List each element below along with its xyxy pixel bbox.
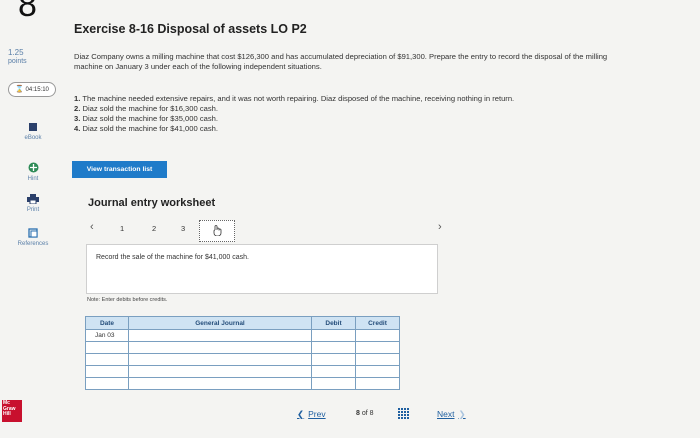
debit-column-header: Debit (311, 316, 356, 330)
references-button[interactable]: References (6, 228, 60, 247)
chevron-left-icon[interactable]: ‹ (90, 221, 94, 233)
instruction-box: Record the sale of the machine for $41,0… (86, 244, 438, 294)
situation-item: 4. Diaz sold the machine for $41,000 cas… (74, 124, 218, 133)
grid-icon[interactable] (398, 408, 409, 419)
printer-icon (27, 194, 39, 204)
date-cell[interactable] (85, 353, 129, 366)
logo-line: Hill (3, 411, 11, 417)
worksheet-page-3[interactable]: 3 (181, 224, 185, 233)
account-cell[interactable] (128, 341, 312, 354)
worksheet-pagination: ‹ 1 2 3 › (86, 220, 456, 242)
credit-cell[interactable] (355, 365, 400, 378)
view-transaction-list-button[interactable]: View transaction list (72, 161, 167, 178)
page-indicator: 8 of 8 (356, 410, 374, 417)
hint-icon (28, 162, 38, 173)
current-page: 8 (356, 410, 360, 417)
hint-label: Hint (27, 176, 39, 182)
debit-cell[interactable] (311, 377, 356, 390)
points-label: points (8, 58, 27, 65)
footer-bar (0, 397, 700, 438)
references-label: References (17, 241, 49, 247)
table-row (85, 365, 400, 378)
chevron-left-icon: ❮ (297, 409, 305, 419)
date-cell[interactable] (85, 365, 129, 378)
account-cell[interactable] (128, 365, 312, 378)
chevron-right-icon: ❯ (458, 409, 466, 419)
next-button[interactable]: Next ❯ (437, 409, 466, 420)
hint-button[interactable]: Hint (6, 162, 60, 182)
date-cell[interactable] (85, 377, 129, 390)
table-row (85, 353, 400, 366)
prev-label: Prev (308, 409, 326, 419)
debit-cell[interactable] (311, 341, 356, 354)
table-row (85, 377, 400, 390)
account-cell[interactable] (128, 353, 312, 366)
worksheet-title: Journal entry worksheet (88, 197, 216, 209)
credit-cell[interactable] (355, 329, 400, 342)
general-journal-column-header: General Journal (128, 316, 312, 330)
timer: ⌛ 04:15:10 (8, 82, 56, 97)
question-number: 8 (18, 0, 37, 24)
journal-table: Date General Journal Debit Credit Jan 03 (85, 316, 400, 390)
prev-button[interactable]: ❮ Prev (297, 409, 326, 420)
worksheet-page-current[interactable] (199, 220, 235, 242)
worksheet-page-1[interactable]: 1 (120, 224, 124, 233)
table-header-row: Date General Journal Debit Credit (85, 316, 400, 330)
situation-item: 1. The machine needed extensive repairs,… (74, 94, 515, 103)
credit-cell[interactable] (355, 341, 400, 354)
worksheet-page-2[interactable]: 2 (152, 224, 156, 233)
instruction-text: Record the sale of the machine for $41,0… (96, 254, 249, 261)
situation-item: 3. Diaz sold the machine for $35,000 cas… (74, 114, 218, 123)
chevron-right-icon[interactable]: › (438, 221, 442, 233)
date-cell[interactable] (85, 341, 129, 354)
situations-list: 1. The machine needed extensive repairs,… (74, 94, 654, 134)
total-pages: 8 (369, 410, 374, 417)
table-row (85, 341, 400, 354)
references-icon (28, 228, 38, 238)
problem-description: Diaz Company owns a milling machine that… (74, 52, 608, 71)
debit-cell[interactable] (311, 353, 356, 366)
ebook-label: eBook (24, 135, 42, 141)
next-label: Next (437, 409, 455, 419)
account-cell[interactable] (128, 329, 312, 342)
print-button[interactable]: Print (6, 194, 60, 213)
timer-value: 04:15:10 (25, 87, 49, 93)
points-info: 1.25 points (8, 48, 27, 66)
book-icon (29, 123, 37, 131)
situation-item: 2. Diaz sold the machine for $16,300 cas… (74, 104, 218, 113)
exercise-title: Exercise 8-16 Disposal of assets LO P2 (74, 22, 307, 36)
debit-cell[interactable] (311, 329, 356, 342)
account-cell[interactable] (128, 377, 312, 390)
points-value: 1.25 (8, 48, 24, 57)
date-cell[interactable]: Jan 03 (85, 329, 129, 342)
credit-cell[interactable] (355, 353, 400, 366)
mcgraw-hill-logo: Mc Graw Hill (2, 400, 22, 422)
credit-column-header: Credit (355, 316, 400, 330)
credit-cell[interactable] (355, 377, 400, 390)
hourglass-icon: ⌛ (15, 86, 24, 93)
date-column-header: Date (85, 316, 129, 330)
page-of: of (361, 410, 368, 417)
debit-cell[interactable] (311, 365, 356, 378)
ebook-button[interactable]: eBook (6, 122, 60, 141)
table-row: Jan 03 (85, 329, 400, 342)
hand-pointer-icon (213, 225, 222, 236)
entry-note: Note: Enter debits before credits. (87, 297, 168, 303)
print-label: Print (26, 207, 40, 213)
